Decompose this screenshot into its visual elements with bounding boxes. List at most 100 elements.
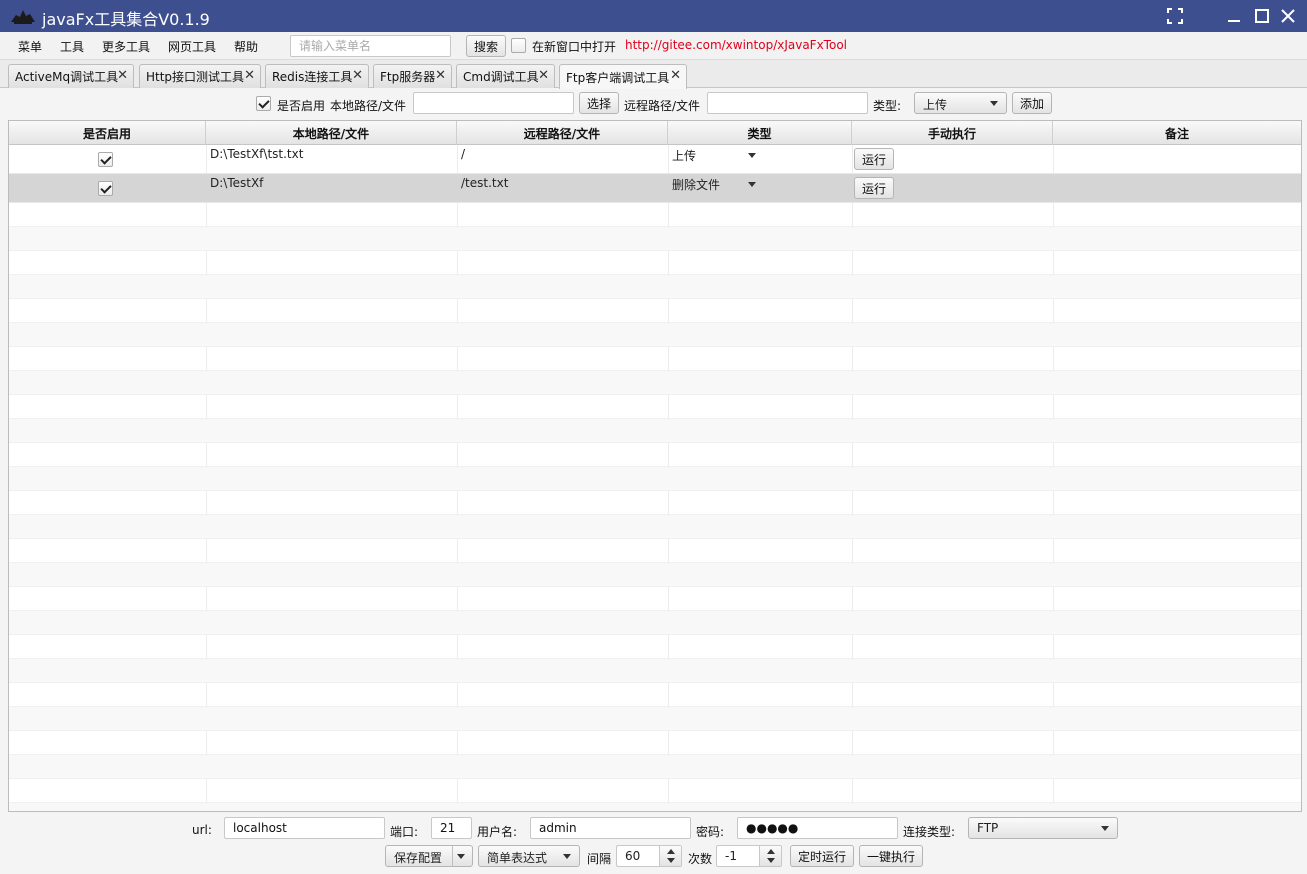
close-icon[interactable]: ✕ (244, 68, 255, 83)
split-divider (452, 846, 453, 866)
empty-table-row (9, 587, 1301, 611)
spinner-arrows[interactable] (759, 846, 781, 866)
task-table: 是否启用 本地路径/文件 远程路径/文件 类型 手动执行 备注 D:\TestX… (8, 120, 1302, 812)
maximize-icon[interactable] (1252, 6, 1272, 26)
remote-path-text: / (461, 147, 466, 161)
tab-bar: ActiveMq调试工具 ✕ Http接口测试工具 ✕ Redis连接工具 ✕ … (0, 60, 1307, 89)
connection-type-label: 连接类型: (903, 825, 956, 839)
tab-cmd[interactable]: Cmd调试工具 ✕ (456, 64, 555, 88)
column-header[interactable]: 远程路径/文件 (457, 121, 668, 145)
save-config-label: 保存配置 (394, 851, 443, 865)
close-icon[interactable]: ✕ (435, 68, 446, 83)
search-button[interactable]: 搜索 (466, 35, 506, 57)
chevron-down-icon[interactable] (748, 153, 756, 158)
local-path-label: 本地路径/文件 (330, 99, 407, 113)
decrement-icon[interactable] (667, 858, 675, 863)
remote-path-cell[interactable]: / (457, 145, 668, 174)
project-link[interactable]: http://gitee.com/xwintop/xJavaFxTool (625, 38, 847, 52)
username-input[interactable] (530, 817, 691, 839)
tab-redis[interactable]: Redis连接工具 ✕ (265, 64, 369, 88)
empty-table-row (9, 635, 1301, 659)
local-path-cell[interactable]: D:\TestXf (206, 174, 457, 203)
cron-mode-select[interactable]: 简单表达式 (478, 845, 580, 867)
close-icon[interactable]: ✕ (538, 68, 549, 83)
count-value: -1 (725, 849, 737, 863)
note-cell[interactable] (1053, 174, 1301, 203)
local-path-text: D:\TestXf (210, 176, 264, 190)
local-path-cell[interactable]: D:\TestXf\tst.txt (206, 145, 457, 174)
note-cell[interactable] (1053, 145, 1301, 174)
empty-table-row (9, 251, 1301, 275)
row-enabled-checkbox[interactable] (98, 152, 113, 167)
remote-path-cell[interactable]: /test.txt (457, 174, 668, 203)
chevron-down-icon[interactable] (457, 854, 465, 859)
fullscreen-icon[interactable] (1165, 6, 1185, 26)
chevron-down-icon[interactable] (748, 182, 756, 187)
connection-type-select[interactable]: FTP (968, 817, 1118, 839)
close-icon[interactable]: ✕ (352, 68, 363, 83)
type-cell[interactable]: 上传 (668, 145, 852, 174)
window-title: javaFx工具集合V0.1.9 (42, 10, 210, 29)
spinner-arrows[interactable] (659, 846, 681, 866)
column-header[interactable]: 是否启用 (9, 121, 206, 145)
save-config-split-button[interactable]: 保存配置 (385, 845, 473, 867)
tab-activemq[interactable]: ActiveMq调试工具 ✕ (8, 64, 134, 88)
empty-table-row (9, 659, 1301, 683)
remote-path-input[interactable] (707, 92, 868, 114)
tab-http[interactable]: Http接口测试工具 ✕ (139, 64, 261, 88)
menu-search-input[interactable] (290, 35, 451, 57)
type-select-value: 上传 (923, 98, 948, 112)
new-window-checkbox[interactable] (511, 38, 526, 53)
tab-ftp-server[interactable]: Ftp服务器 ✕ (373, 64, 452, 88)
empty-table-row (9, 563, 1301, 587)
row-enabled-checkbox[interactable] (98, 181, 113, 196)
close-window-icon[interactable] (1278, 6, 1298, 26)
empty-table-row (9, 275, 1301, 299)
close-icon[interactable]: ✕ (670, 68, 681, 83)
local-path-input[interactable] (413, 92, 574, 114)
empty-table-row (9, 515, 1301, 539)
enabled-checkbox[interactable] (256, 96, 271, 111)
remote-path-text: /test.txt (461, 176, 509, 190)
table-header: 是否启用 本地路径/文件 远程路径/文件 类型 手动执行 备注 (9, 121, 1301, 145)
increment-icon[interactable] (667, 849, 675, 854)
port-input[interactable] (431, 817, 472, 839)
cron-mode-value: 简单表达式 (487, 851, 548, 865)
count-spinner[interactable]: -1 (716, 845, 782, 867)
menu-item-web-tools[interactable]: 网页工具 (168, 38, 216, 55)
select-button[interactable]: 选择 (579, 92, 619, 114)
menu-item-menu[interactable]: 菜单 (18, 38, 42, 55)
username-label: 用户名: (477, 825, 518, 839)
decrement-icon[interactable] (767, 858, 775, 863)
column-header[interactable]: 手动执行 (852, 121, 1053, 145)
type-cell[interactable]: 删除文件 (668, 174, 852, 203)
action-cell: 运行 (852, 145, 1053, 174)
column-header[interactable]: 备注 (1053, 121, 1301, 145)
interval-spinner[interactable]: 60 (616, 845, 682, 867)
menu-item-tools[interactable]: 工具 (60, 38, 84, 55)
password-input[interactable] (737, 817, 898, 839)
menu-bar: 菜单 工具 更多工具 网页工具 帮助 搜索 在新窗口中打开 http://git… (0, 32, 1307, 60)
minimize-icon[interactable] (1224, 6, 1244, 26)
table-row[interactable]: D:\TestXf /test.txt 删除文件 运行 (9, 174, 1301, 203)
increment-icon[interactable] (767, 849, 775, 854)
scheduled-run-button[interactable]: 定时运行 (790, 845, 854, 867)
close-icon[interactable]: ✕ (117, 68, 128, 83)
url-input[interactable] (224, 817, 385, 839)
empty-table-row (9, 467, 1301, 491)
run-button[interactable]: 运行 (854, 148, 894, 170)
column-header[interactable]: 本地路径/文件 (206, 121, 457, 145)
menu-item-help[interactable]: 帮助 (234, 38, 258, 55)
type-select[interactable]: 上传 (914, 92, 1007, 114)
tab-label: Cmd调试工具 (463, 70, 539, 84)
menu-item-more-tools[interactable]: 更多工具 (102, 38, 150, 55)
add-button[interactable]: 添加 (1012, 92, 1052, 114)
run-button[interactable]: 运行 (854, 177, 894, 199)
run-all-button[interactable]: 一键执行 (859, 845, 923, 867)
empty-table-row (9, 371, 1301, 395)
local-path-text: D:\TestXf\tst.txt (210, 147, 304, 161)
column-header[interactable]: 类型 (668, 121, 852, 145)
enabled-cell (9, 174, 206, 203)
tab-ftp-client[interactable]: Ftp客户端调试工具 ✕ (559, 64, 687, 89)
table-row[interactable]: D:\TestXf\tst.txt / 上传 运行 (9, 145, 1301, 174)
